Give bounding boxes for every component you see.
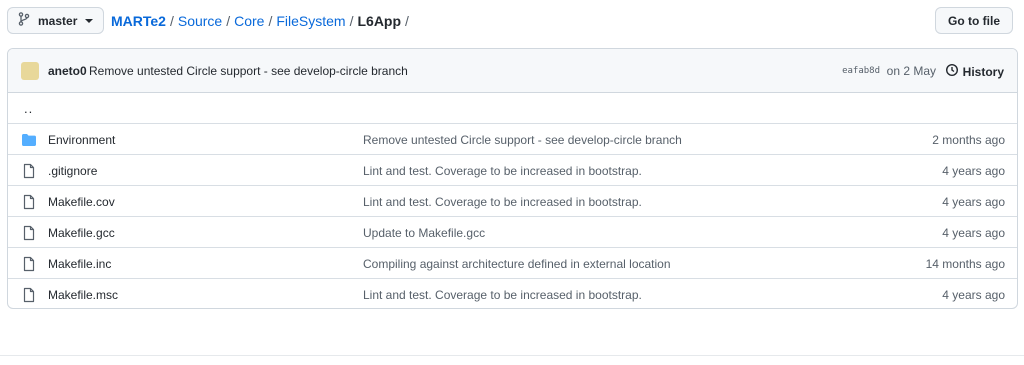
file-icon bbox=[21, 256, 37, 272]
file-row: Makefile.cov Lint and test. Coverage to … bbox=[8, 186, 1017, 217]
file-commit-age: 14 months ago bbox=[925, 257, 1005, 271]
breadcrumb-current: L6App bbox=[357, 13, 402, 29]
breadcrumb: MARTe2 / Source / Core / FileSystem / L6… bbox=[111, 11, 413, 31]
avatar[interactable] bbox=[21, 62, 39, 80]
commit-date: on 2 May bbox=[886, 64, 936, 78]
file-icon bbox=[21, 163, 37, 179]
page-divider bbox=[0, 355, 1024, 356]
file-commit-age: 2 months ago bbox=[932, 133, 1005, 147]
file-row: Environment Remove untested Circle suppo… bbox=[8, 124, 1017, 155]
chevron-down-icon bbox=[85, 18, 94, 23]
commit-sha-link[interactable]: eafab8d bbox=[842, 66, 880, 76]
parent-directory-row[interactable]: .. bbox=[8, 93, 1017, 124]
commit-message-link[interactable]: Remove untested Circle support - see dev… bbox=[89, 64, 408, 78]
file-row: Makefile.inc Compiling against architect… bbox=[8, 248, 1017, 279]
file-commit-message-link[interactable]: Remove untested Circle support - see dev… bbox=[363, 133, 682, 147]
git-branch-icon bbox=[18, 12, 30, 29]
file-row: Makefile.gcc Update to Makefile.gcc 4 ye… bbox=[8, 217, 1017, 248]
branch-selector-button[interactable]: master bbox=[7, 7, 104, 34]
go-to-file-button[interactable]: Go to file bbox=[935, 7, 1013, 34]
history-label: History bbox=[962, 64, 1004, 79]
file-commit-age: 4 years ago bbox=[942, 288, 1005, 302]
file-name-link[interactable]: Makefile.inc bbox=[48, 257, 111, 271]
branch-name: master bbox=[38, 13, 78, 28]
file-name-link[interactable]: Environment bbox=[48, 133, 115, 147]
breadcrumb-link-core[interactable]: Core bbox=[234, 13, 264, 29]
breadcrumb-link-filesystem[interactable]: FileSystem bbox=[276, 13, 345, 29]
file-commit-age: 4 years ago bbox=[942, 164, 1005, 178]
file-row: Makefile.msc Lint and test. Coverage to … bbox=[8, 279, 1017, 308]
breadcrumb-separator: / bbox=[169, 13, 174, 29]
file-name-link[interactable]: Makefile.msc bbox=[48, 288, 118, 302]
file-icon bbox=[21, 194, 37, 210]
file-row: .gitignore Lint and test. Coverage to be… bbox=[8, 155, 1017, 186]
file-commit-age: 4 years ago bbox=[942, 195, 1005, 209]
file-name-link[interactable]: .gitignore bbox=[48, 164, 97, 178]
file-commit-message-link[interactable]: Update to Makefile.gcc bbox=[363, 226, 485, 240]
breadcrumb-separator: / bbox=[349, 13, 354, 29]
history-link[interactable]: History bbox=[945, 63, 1004, 80]
repo-toolbar: master MARTe2 / Source / Core / FileSyst… bbox=[0, 0, 1024, 40]
breadcrumb-separator: / bbox=[226, 13, 231, 29]
file-commit-message-link[interactable]: Lint and test. Coverage to be increased … bbox=[363, 195, 642, 209]
breadcrumb-separator: / bbox=[268, 13, 273, 29]
file-name-link[interactable]: Makefile.cov bbox=[48, 195, 115, 209]
breadcrumb-link-source[interactable]: Source bbox=[178, 13, 222, 29]
breadcrumb-root-link[interactable]: MARTe2 bbox=[111, 13, 166, 29]
file-commit-message-link[interactable]: Lint and test. Coverage to be increased … bbox=[363, 164, 642, 178]
file-commit-message-link[interactable]: Compiling against architecture defined i… bbox=[363, 257, 671, 271]
parent-directory-link[interactable]: .. bbox=[24, 101, 33, 116]
history-icon bbox=[945, 63, 963, 80]
file-commit-age: 4 years ago bbox=[942, 226, 1005, 240]
file-icon bbox=[21, 287, 37, 303]
breadcrumb-separator: / bbox=[405, 13, 409, 29]
latest-commit-bar: aneto0 Remove untested Circle support - … bbox=[8, 49, 1017, 93]
folder-icon bbox=[21, 132, 37, 148]
file-commit-message-link[interactable]: Lint and test. Coverage to be increased … bbox=[363, 288, 642, 302]
commit-author-link[interactable]: aneto0 bbox=[48, 64, 87, 78]
file-icon bbox=[21, 225, 37, 241]
file-browser: aneto0 Remove untested Circle support - … bbox=[7, 48, 1018, 309]
file-name-link[interactable]: Makefile.gcc bbox=[48, 226, 115, 240]
